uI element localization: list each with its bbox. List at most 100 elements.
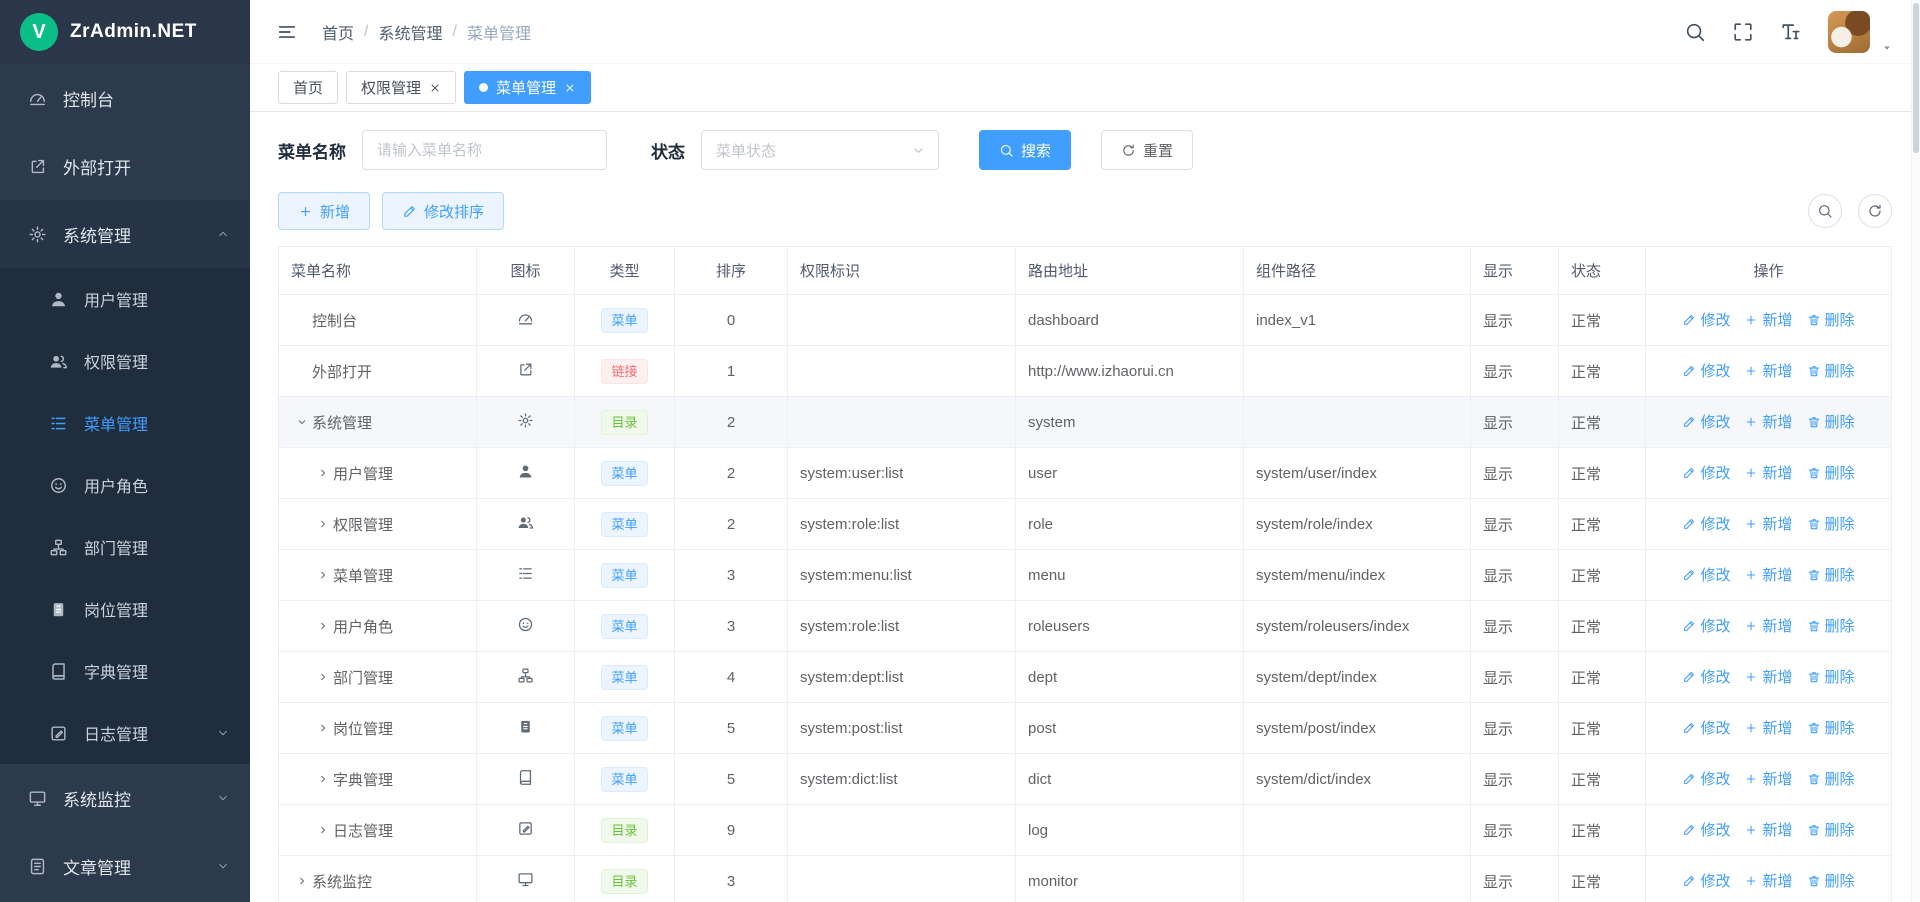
search-icon[interactable] <box>1684 21 1706 43</box>
edit-row-link[interactable]: 修改 <box>1682 462 1730 483</box>
delete-row-link[interactable]: 删除 <box>1807 309 1855 330</box>
add-row-link[interactable]: 新增 <box>1744 666 1792 687</box>
sidebar-item-external[interactable]: 外部打开 <box>0 132 250 200</box>
delete-row-link[interactable]: 删除 <box>1807 360 1855 381</box>
icon-cell <box>477 703 575 754</box>
expand-row-icon[interactable] <box>312 620 333 632</box>
sidebar-item-system[interactable]: 系统管理 <box>0 200 250 268</box>
status-select[interactable]: 菜单状态 <box>701 130 939 170</box>
add-row-link[interactable]: 新增 <box>1744 717 1792 738</box>
delete-row-link[interactable]: 删除 <box>1807 870 1855 891</box>
tab-home[interactable]: 首页 <box>278 71 338 104</box>
collapse-sidebar-icon[interactable] <box>276 21 298 43</box>
add-row-link[interactable]: 新增 <box>1744 411 1792 432</box>
edit-row-link[interactable]: 修改 <box>1682 666 1730 687</box>
expand-row-icon[interactable] <box>312 722 333 734</box>
edit-row-link[interactable]: 修改 <box>1682 615 1730 636</box>
delete-row-link[interactable]: 删除 <box>1807 411 1855 432</box>
delete-row-link[interactable]: 删除 <box>1807 462 1855 483</box>
column-header: 显示 <box>1471 247 1559 295</box>
type-cell: 菜单 <box>575 754 675 805</box>
expand-row-icon[interactable] <box>291 875 312 887</box>
font-size-icon[interactable] <box>1780 21 1802 43</box>
sidebar-item-log[interactable]: 日志管理 <box>0 702 250 764</box>
add-row-link[interactable]: 新增 <box>1744 513 1792 534</box>
sidebar-item-post[interactable]: 岗位管理 <box>0 578 250 640</box>
search-button[interactable]: 搜索 <box>979 130 1071 170</box>
sidebar-item-user[interactable]: 用户管理 <box>0 268 250 330</box>
table-row: 字典管理菜单5system:dict:listdictsystem/dict/i… <box>279 754 1892 805</box>
expand-row-icon[interactable] <box>312 824 333 836</box>
status-cell: 正常 <box>1559 295 1646 346</box>
add-button[interactable]: 新增 <box>278 192 370 230</box>
sidebar-item-menu[interactable]: 菜单管理 <box>0 392 250 454</box>
sidebar-item-roleusers[interactable]: 用户角色 <box>0 454 250 516</box>
edit-row-link[interactable]: 修改 <box>1682 717 1730 738</box>
expand-row-icon[interactable] <box>312 671 333 683</box>
route-cell: role <box>1016 499 1244 550</box>
page-scrollbar[interactable] <box>1911 0 1920 902</box>
expand-row-icon[interactable] <box>312 773 333 785</box>
sort-cell: 5 <box>675 754 788 805</box>
ops-cell: 修改新增删除 <box>1646 856 1892 902</box>
close-tab-icon[interactable] <box>564 82 576 94</box>
sidebar-item-role[interactable]: 权限管理 <box>0 330 250 392</box>
edit-row-link[interactable]: 修改 <box>1682 360 1730 381</box>
table-row: 用户管理菜单2system:user:listusersystem/user/i… <box>279 448 1892 499</box>
table-search-button[interactable] <box>1808 194 1842 228</box>
breadcrumb-item[interactable]: 系统管理 <box>378 20 442 44</box>
perms-cell: system:menu:list <box>788 550 1016 601</box>
add-row-link[interactable]: 新增 <box>1744 768 1792 789</box>
delete-row-link[interactable]: 删除 <box>1807 768 1855 789</box>
add-row-link[interactable]: 新增 <box>1744 615 1792 636</box>
sidebar-item-dict[interactable]: 字典管理 <box>0 640 250 702</box>
expand-row-icon[interactable] <box>312 467 333 479</box>
delete-row-link[interactable]: 删除 <box>1807 666 1855 687</box>
sort-cell: 2 <box>675 448 788 499</box>
sidebar-item-dept[interactable]: 部门管理 <box>0 516 250 578</box>
sidebar-item-dashboard[interactable]: 控制台 <box>0 64 250 132</box>
fullscreen-icon[interactable] <box>1732 21 1754 43</box>
expand-row-icon[interactable] <box>312 569 333 581</box>
sort-button[interactable]: 修改排序 <box>382 192 504 230</box>
collapse-row-icon[interactable] <box>291 416 312 428</box>
plus-icon <box>1744 466 1758 480</box>
add-row-link[interactable]: 新增 <box>1744 360 1792 381</box>
route-cell: dashboard <box>1016 295 1244 346</box>
tab-menu[interactable]: 菜单管理 <box>464 71 591 104</box>
delete-row-link[interactable]: 删除 <box>1807 564 1855 585</box>
breadcrumb-item[interactable]: 首页 <box>322 20 354 44</box>
delete-row-link[interactable]: 删除 <box>1807 819 1855 840</box>
avatar[interactable] <box>1828 11 1870 53</box>
close-tab-icon[interactable] <box>429 82 441 94</box>
table-refresh-button[interactable] <box>1858 194 1892 228</box>
delete-row-link[interactable]: 删除 <box>1807 615 1855 636</box>
tab-role[interactable]: 权限管理 <box>346 71 456 104</box>
add-row-link[interactable]: 新增 <box>1744 309 1792 330</box>
user-menu-caret-icon[interactable] <box>1880 41 1894 55</box>
delete-row-link[interactable]: 删除 <box>1807 717 1855 738</box>
expand-row-icon[interactable] <box>312 518 333 530</box>
menu-name: 字典管理 <box>333 769 393 790</box>
search-icon <box>999 143 1014 158</box>
add-row-link[interactable]: 新增 <box>1744 819 1792 840</box>
edit-row-link[interactable]: 修改 <box>1682 819 1730 840</box>
edit-row-link[interactable]: 修改 <box>1682 768 1730 789</box>
edit-row-link[interactable]: 修改 <box>1682 564 1730 585</box>
menu-name-input[interactable] <box>362 130 607 170</box>
edit-row-link[interactable]: 修改 <box>1682 309 1730 330</box>
delete-row-link[interactable]: 删除 <box>1807 513 1855 534</box>
add-row-link[interactable]: 新增 <box>1744 462 1792 483</box>
edit-row-link[interactable]: 修改 <box>1682 513 1730 534</box>
add-row-link[interactable]: 新增 <box>1744 870 1792 891</box>
app-logo[interactable]: V ZrAdmin.NET <box>0 0 250 64</box>
edit-row-link[interactable]: 修改 <box>1682 870 1730 891</box>
gear-icon <box>28 225 47 244</box>
add-row-link[interactable]: 新增 <box>1744 564 1792 585</box>
sidebar-item-monitor[interactable]: 系统监控 <box>0 764 250 832</box>
edit-row-link[interactable]: 修改 <box>1682 411 1730 432</box>
sort-cell: 4 <box>675 652 788 703</box>
scrollbar-thumb[interactable] <box>1913 3 1919 153</box>
sidebar-item-article[interactable]: 文章管理 <box>0 832 250 900</box>
reset-button[interactable]: 重置 <box>1101 130 1193 170</box>
